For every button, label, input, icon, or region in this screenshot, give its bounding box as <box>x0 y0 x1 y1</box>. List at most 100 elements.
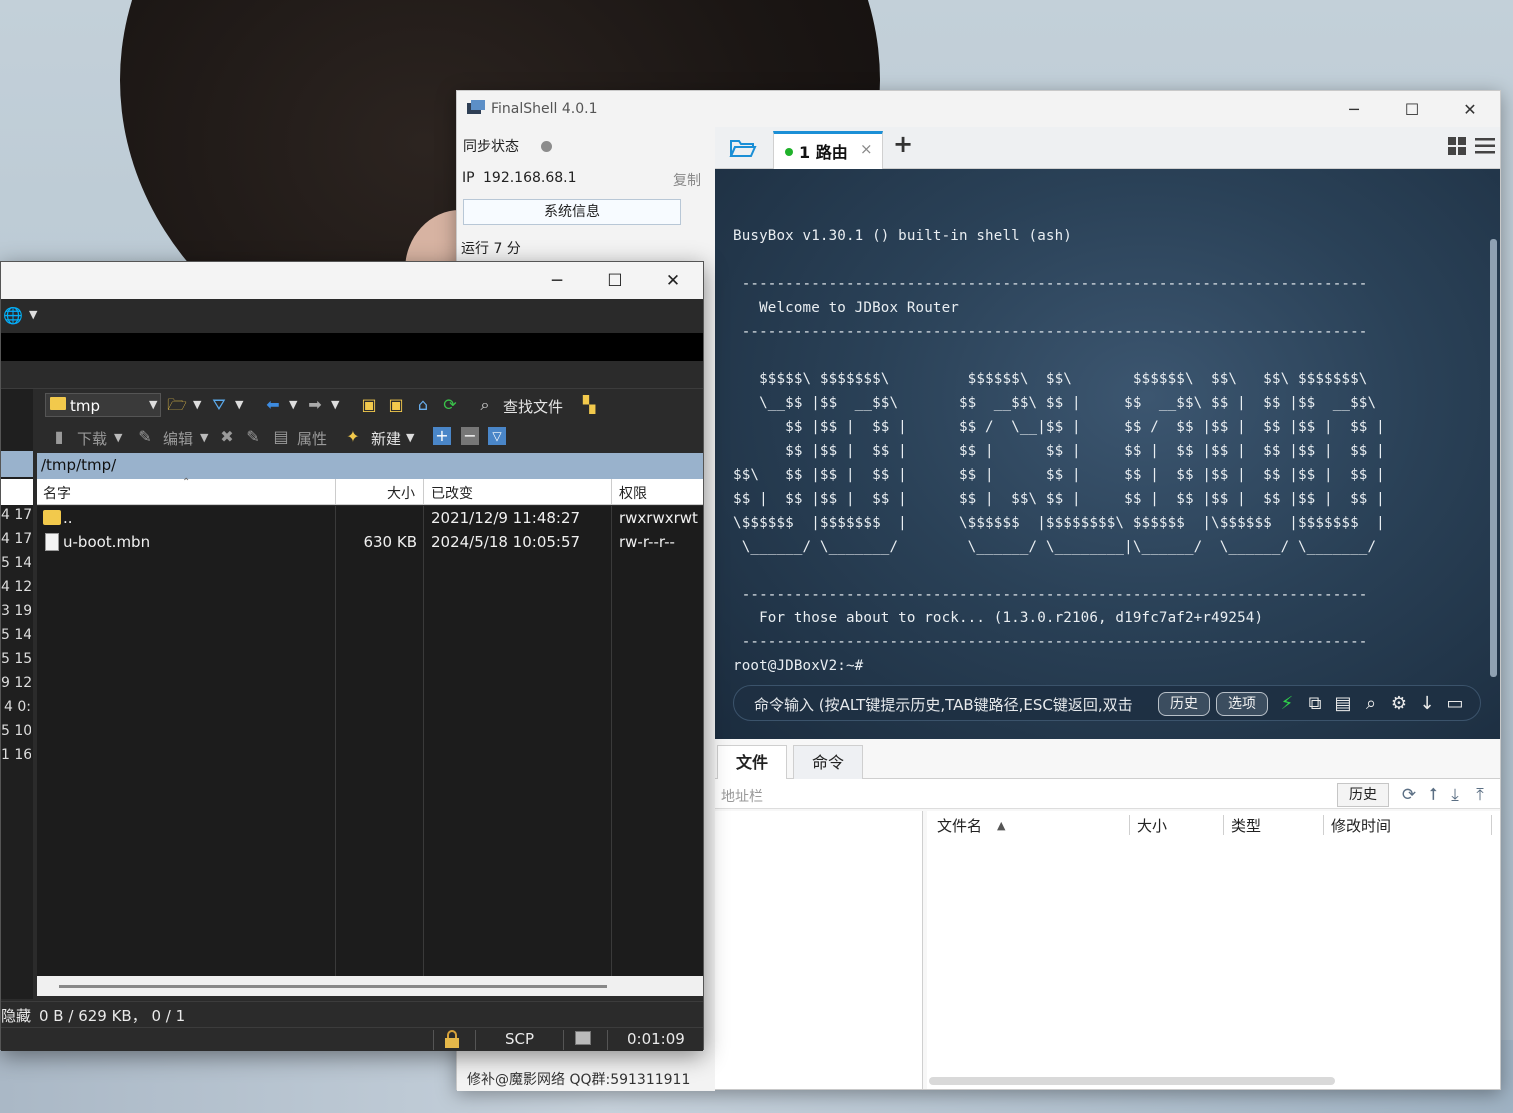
network-globe-icon[interactable]: 🌐 <box>3 306 23 326</box>
open-folder-icon[interactable] <box>729 138 757 158</box>
tab-files[interactable]: 文件 <box>717 745 788 779</box>
chevron-down-icon[interactable]: ▼ <box>193 398 201 411</box>
find-files-icon[interactable]: ⌕ <box>475 395 495 415</box>
path-combo[interactable]: tmp <box>45 393 161 417</box>
local-file-row-fragment[interactable]: 4 0: <box>1 699 31 715</box>
finalshell-titlebar[interactable]: FinalShell 4.0.1 ─ ☐ ✕ <box>457 91 1500 127</box>
download-icon[interactable]: ⤓ <box>1445 785 1465 805</box>
local-file-row-fragment[interactable]: 1 16 <box>1 747 31 763</box>
menu-icon[interactable] <box>1475 137 1495 155</box>
root-folder-icon[interactable]: ▣ <box>386 395 406 415</box>
open-folder-icon[interactable]: 🗁 <box>167 395 187 415</box>
local-file-row-fragment[interactable]: 4 17 <box>1 507 31 523</box>
lightning-icon[interactable]: ⚡ <box>1276 693 1298 715</box>
address-history-button[interactable]: 历史 <box>1337 783 1389 807</box>
refresh-icon[interactable]: ⟳ <box>1399 785 1419 805</box>
local-file-row-fragment[interactable]: 5 14 <box>1 555 31 571</box>
copy-icon[interactable]: ⧉ <box>1304 693 1326 715</box>
minimize-button[interactable]: ─ <box>1325 91 1383 127</box>
local-file-row-fragment[interactable]: 9 12 <box>1 675 31 691</box>
file-row-u-boot[interactable]: u-boot.mbn 630 KB 2024/5/18 10:05:57 rw-… <box>37 530 703 554</box>
refresh-icon[interactable]: ⟳ <box>440 395 460 415</box>
directory-tree[interactable] <box>715 811 923 1089</box>
tab-close-icon[interactable]: × <box>860 140 873 158</box>
find-files-button[interactable]: 查找文件 <box>503 396 563 417</box>
download-button[interactable]: 下载 <box>77 428 107 449</box>
layout-grid-icon[interactable] <box>1448 137 1466 155</box>
tab-router[interactable]: 1 路由 × <box>773 131 883 169</box>
system-info-button[interactable]: 系统信息 <box>463 199 681 225</box>
local-panel[interactable]: 4 17 4 17 5 14 4 12 3 19 5 14 5 15 9 12 4 0: 5 10… <box>1 389 33 999</box>
column-name[interactable]: 名字 <box>43 483 71 503</box>
chevron-down-icon[interactable]: ▼ <box>331 398 339 411</box>
command-history-button[interactable]: 历史 <box>1158 692 1210 716</box>
tree-view-icon[interactable]: ▚ <box>579 395 599 415</box>
column-size[interactable]: 大小 <box>387 483 415 503</box>
winscp-close-button[interactable]: ✕ <box>644 262 702 299</box>
local-file-row-fragment[interactable]: 5 10 <box>1 723 31 739</box>
column-rights[interactable]: 权限 <box>619 483 647 503</box>
add-tab-button[interactable]: + <box>893 130 913 158</box>
download-icon[interactable]: ▮ <box>49 427 69 447</box>
chevron-down-icon[interactable]: ▼ <box>29 308 37 321</box>
window-icon[interactable]: ▭ <box>1444 693 1466 715</box>
remote-file-list[interactable]: .. 2021/12/9 11:48:27 rwxrwxrwt u-boot.m… <box>37 506 703 976</box>
delete-icon[interactable]: ✖ <box>217 427 237 447</box>
terminal-scrollbar[interactable] <box>1490 239 1497 677</box>
forward-arrow-icon[interactable]: ➡ <box>305 395 325 415</box>
properties-button[interactable]: 属性 <box>297 428 327 449</box>
filter-select-icon[interactable]: ▽ <box>488 427 506 445</box>
copy-ip-button[interactable]: 复制 <box>673 170 701 190</box>
select-all-icon[interactable]: + <box>433 427 451 445</box>
local-file-row-fragment[interactable]: 4 17 <box>1 531 31 547</box>
up-directory-icon[interactable]: ⭡ <box>1423 785 1443 805</box>
chevron-down-icon[interactable]: ▼ <box>406 431 414 444</box>
chevron-down-icon[interactable]: ▼ <box>235 398 243 411</box>
back-arrow-icon[interactable]: ⬅ <box>263 395 283 415</box>
unselect-icon[interactable]: − <box>461 427 479 445</box>
filter-icon[interactable]: ⛛ <box>209 395 229 415</box>
chevron-down-icon[interactable]: ▼ <box>114 431 122 444</box>
terminal-panel[interactable]: BusyBox v1.30.1 () built-in shell (ash) … <box>715 169 1500 739</box>
horizontal-scrollbar[interactable] <box>37 976 703 996</box>
new-folder-icon[interactable]: ✦ <box>343 427 363 447</box>
rename-icon[interactable]: ✎ <box>243 427 263 447</box>
local-file-row-fragment[interactable]: 5 15 <box>1 651 31 667</box>
paste-icon[interactable]: ▤ <box>1332 693 1354 715</box>
column-modified[interactable]: 已改变 <box>431 483 473 503</box>
local-file-row-fragment[interactable]: 4 12 <box>1 579 31 595</box>
maximize-button[interactable]: ☐ <box>1383 91 1441 127</box>
search-icon[interactable]: ⌕ <box>1360 693 1382 715</box>
local-file-row-fragment[interactable]: 3 19 <box>1 603 31 619</box>
file-row-parent[interactable]: .. 2021/12/9 11:48:27 rwxrwxrwt <box>37 506 703 530</box>
command-input[interactable]: 命令输入 (按ALT键提示历史,TAB键路径,ESC键返回,双击 <box>754 694 1154 715</box>
scrollbar-thumb[interactable] <box>59 985 607 988</box>
winscp-maximize-button[interactable]: ☐ <box>586 262 644 299</box>
winscp-minimize-button[interactable]: ─ <box>528 262 586 299</box>
close-button[interactable]: ✕ <box>1441 91 1499 127</box>
chevron-down-icon[interactable]: ▼ <box>289 398 297 411</box>
column-size[interactable]: 大小 <box>1137 815 1167 836</box>
column-filename[interactable]: 文件名 <box>937 815 982 836</box>
local-file-row-fragment[interactable]: 5 14 <box>1 627 31 643</box>
chevron-down-icon[interactable]: ▼ <box>149 398 157 411</box>
column-type[interactable]: 类型 <box>1231 815 1261 836</box>
file-list-scrollbar[interactable] <box>929 1077 1335 1085</box>
new-button[interactable]: 新建 <box>371 428 401 449</box>
edit-button[interactable]: 编辑 <box>163 428 193 449</box>
home-icon[interactable]: ⌂ <box>413 395 433 415</box>
column-modified[interactable]: 修改时间 <box>1331 815 1391 836</box>
upload-icon[interactable]: ⤒ <box>1470 785 1490 805</box>
arrow-down-icon[interactable]: ↓ <box>1416 693 1438 715</box>
address-bar[interactable]: 地址栏 历史 ⟳ ⭡ ⤓ ⤒ <box>715 779 1500 809</box>
remote-file-list[interactable]: 文件名 ▲ 大小 类型 修改时间 <box>927 811 1500 1089</box>
remote-path-bar[interactable]: /tmp/tmp/ <box>37 453 703 479</box>
properties-icon[interactable]: ▤ <box>271 427 291 447</box>
winscp-titlebar[interactable]: ─ ☐ ✕ <box>1 262 703 299</box>
edit-icon[interactable]: ✎ <box>135 427 155 447</box>
chevron-down-icon[interactable]: ▼ <box>200 431 208 444</box>
tab-commands[interactable]: 命令 <box>793 745 864 779</box>
gear-icon[interactable]: ⚙ <box>1388 693 1410 715</box>
parent-folder-icon[interactable]: ▣ <box>359 395 379 415</box>
command-options-button[interactable]: 选项 <box>1216 692 1268 716</box>
